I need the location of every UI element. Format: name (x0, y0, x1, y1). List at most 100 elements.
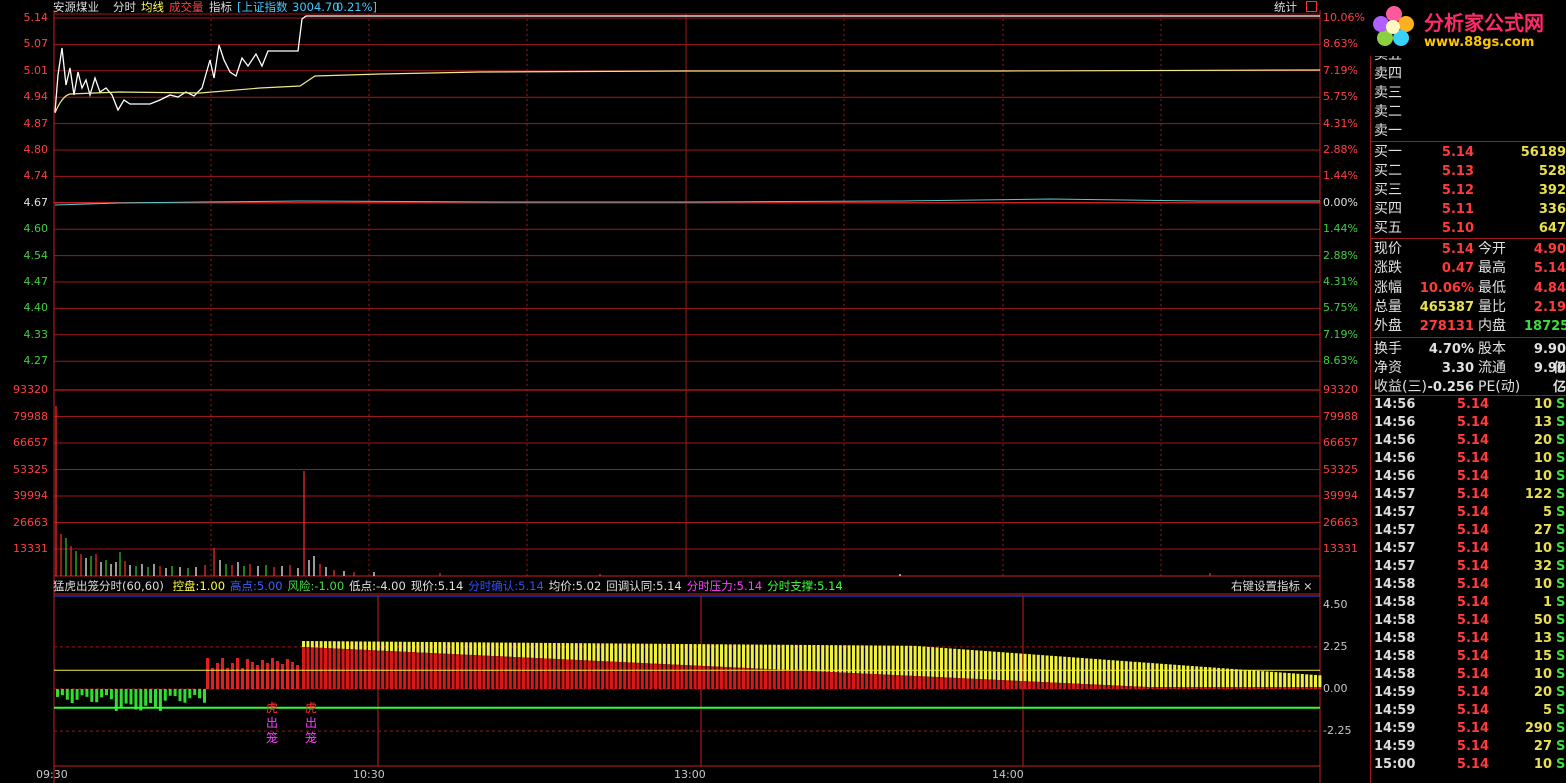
indicator-green-bar (173, 689, 177, 697)
indicator-red-bar (887, 674, 891, 689)
indicator-item: 分时压力:5.14 (687, 579, 762, 593)
indicator-red-bar (896, 675, 899, 689)
indicator-red-bar (469, 654, 473, 689)
indicator-red-bar (1036, 681, 1040, 689)
indicator-green-bar (193, 689, 197, 696)
tick-time: 14:57 (1374, 559, 1416, 574)
indicator-red-bar (1212, 687, 1216, 689)
indicator-red-bar (296, 665, 299, 689)
sell-row: 卖一 (1374, 122, 1566, 141)
tick-price: 5.14 (1456, 397, 1489, 412)
indicator-red-bar (869, 673, 873, 689)
indicator-red-bar (764, 668, 767, 689)
stat-label: 流通 (1478, 359, 1506, 376)
indicator-red-bar (271, 658, 274, 689)
indicator-red-bar (1243, 687, 1247, 689)
quote-price: 5.13 (1441, 164, 1474, 179)
indicator-red-bar (1080, 683, 1084, 689)
tick-side: S (1556, 685, 1566, 700)
indicator-red-bar (874, 674, 877, 689)
indicator-yellow-bar (315, 641, 319, 648)
tick-row: 14:56 5.14 20 S (1374, 432, 1566, 450)
indicator-green-bar (129, 689, 133, 705)
tick-side: S (1556, 559, 1566, 574)
indicator-yellow-bar (935, 647, 939, 678)
indicator-item-value: 5.14 (518, 579, 544, 593)
indicator-yellow-bar (544, 642, 547, 659)
indicator-red-bar (526, 657, 530, 689)
indicator-yellow-bar (460, 642, 464, 655)
tick-row: 14:56 5.14 10 S (1374, 468, 1566, 486)
indicator-item-label: 分时确认: (468, 579, 519, 593)
indicator-yellow-bar (1309, 674, 1313, 687)
tab-chengjiaoliang[interactable]: 成交量 (169, 0, 204, 14)
indicator-yellow-bar (530, 642, 534, 658)
tick-row: 14:58 5.14 10 S (1374, 576, 1566, 594)
indicator-yellow-bar (838, 645, 842, 673)
indicator-yellow-bar (1155, 663, 1159, 687)
right-menu-hint[interactable]: 右键设置指标 × (1231, 579, 1313, 593)
indicator-red-bar (649, 663, 653, 689)
tick-price: 5.14 (1456, 577, 1489, 592)
indicator-red-bar (1041, 682, 1045, 689)
indicator-yellow-bar (398, 641, 402, 652)
indicator-yellow-bar (1124, 661, 1128, 687)
indicator-yellow-bar (363, 641, 367, 650)
tick-time: 14:58 (1374, 613, 1416, 628)
tab-zhibiao[interactable]: 指标 (209, 0, 232, 14)
indicator-red-bar (1226, 687, 1229, 689)
indicator-red-bar (1292, 687, 1295, 689)
tab-fenshi[interactable]: 分时 (113, 0, 136, 14)
tab-junxian[interactable]: 均线 (141, 0, 164, 14)
indicator-yellow-bar (645, 643, 649, 664)
close-icon[interactable] (1306, 1, 1317, 12)
stat-row: 净资 3.30 流通 9.90亿 (1374, 359, 1566, 395)
indicator-yellow-bar (1256, 670, 1260, 687)
indicator-yellow-bar (319, 641, 323, 648)
indicator-red-bar (495, 656, 499, 689)
price-axis-left: 5.14 5.07 5.01 4.94 4.87 4.80 4.74 4.67 4.60 4.54… (0, 0, 50, 783)
indicator-yellow-bar (368, 641, 371, 651)
indicator-yellow-bar (1199, 666, 1203, 687)
indicator-red-bar (671, 664, 675, 689)
stat-label: 量比 (1478, 298, 1506, 315)
indicator-red-bar (1204, 687, 1207, 689)
indicator-red-bar (1054, 682, 1058, 689)
indicator-red-bar (662, 664, 666, 689)
indicator-yellow-bar (302, 641, 305, 647)
indicator-red-bar (821, 671, 825, 689)
indicator-red-bar (1252, 687, 1256, 689)
signal-text: 虎 (305, 701, 317, 715)
tick-time: 14:59 (1374, 685, 1416, 700)
indicator-yellow-bar (412, 641, 415, 653)
tick-vol: 10 (1533, 451, 1552, 466)
price-label-left: 5.01 (23, 63, 49, 77)
price-label-left: 4.33 (23, 327, 49, 341)
tick-price: 5.14 (1456, 433, 1489, 448)
indicator-yellow-bar (442, 642, 446, 654)
stat-value: 465387 (1419, 299, 1474, 315)
indicator-yellow-bar (381, 641, 385, 651)
tick-row: 14:58 5.14 15 S (1374, 648, 1566, 666)
indicator-yellow-bar (764, 644, 767, 669)
signal-text: 笼 (305, 730, 317, 745)
tick-time: 14:58 (1374, 667, 1416, 682)
indicator-yellow-bar (579, 643, 583, 661)
indicator-red-bar (500, 656, 503, 689)
indicator-red-bar (548, 658, 552, 689)
indicator-green-bar (80, 689, 84, 696)
stats-button[interactable]: 统计 (1274, 0, 1297, 14)
chart-area[interactable]: 虎出笼虎出笼09:30 10:30 13:00 14:00 (0, 0, 1370, 783)
quote-label: 买一 (1374, 144, 1402, 160)
indicator-yellow-bar (781, 644, 785, 670)
indicator-red-bar (781, 669, 785, 689)
indicator-green-bar (144, 689, 148, 706)
indicator-yellow-bar (1006, 652, 1009, 681)
indicator-red-bar (376, 650, 380, 689)
indicator-red-bar (838, 672, 842, 689)
indicator-name[interactable]: 猛虎出笼分时(60,60) (53, 579, 164, 593)
indicator-item-label: 风险: (287, 579, 315, 593)
close-indicator-icon[interactable]: × (1303, 579, 1313, 593)
indicator-yellow-bar (552, 642, 556, 659)
indicator-yellow-bar (522, 642, 525, 658)
